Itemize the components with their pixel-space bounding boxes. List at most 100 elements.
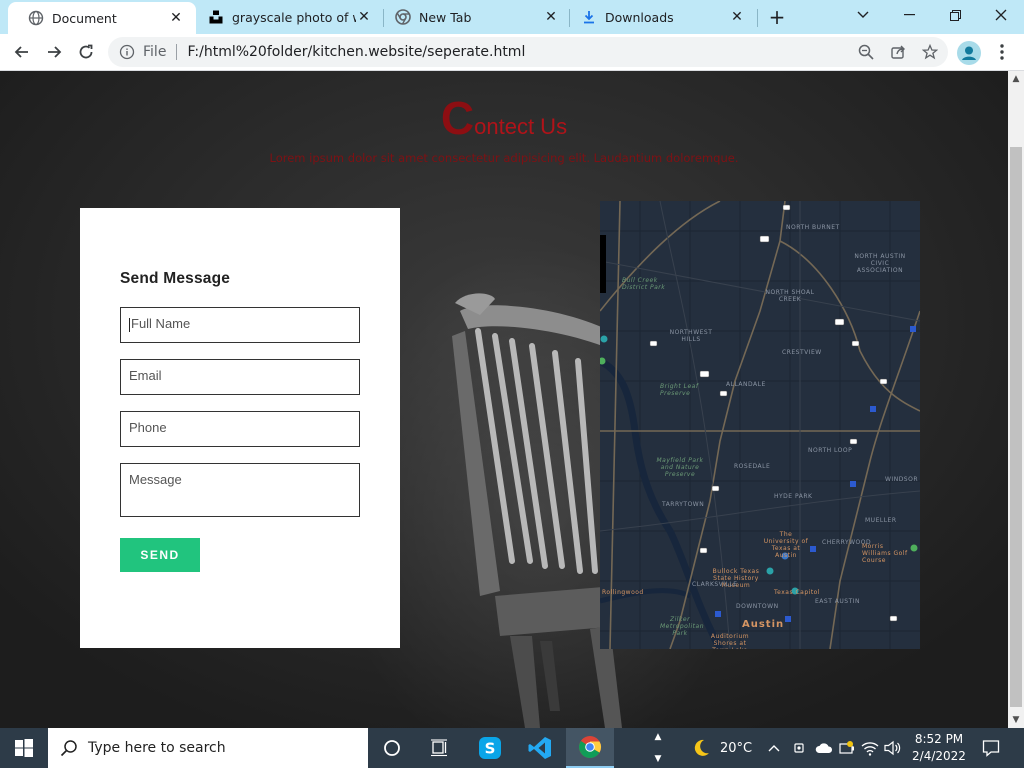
map-label: DOWNTOWN <box>736 603 779 610</box>
tab-new-tab[interactable]: New Tab ✕ <box>375 0 571 34</box>
scroll-up-arrow-icon[interactable]: ▲ <box>1008 71 1024 87</box>
reload-icon <box>79 44 93 59</box>
volume-icon[interactable] <box>884 740 902 756</box>
search-icon <box>60 740 77 757</box>
scheme-label: File <box>143 44 167 60</box>
unsplash-icon <box>209 10 223 24</box>
map-label: NORTH AUSTIN CIVIC ASSOCIATION <box>854 253 906 274</box>
map-label: The University of Texas at Austin <box>763 531 809 559</box>
new-tab-button[interactable]: + <box>764 5 790 29</box>
share-icon[interactable] <box>890 44 906 60</box>
windows-taskbar: Type here to search S ▲ ▼ 20°C 8:52 PM 2… <box>0 728 1024 768</box>
map-label: CRESTVIEW <box>782 349 822 356</box>
show-hidden-icons[interactable] <box>768 728 780 768</box>
phone-input[interactable]: Phone <box>120 411 360 447</box>
skype-app[interactable]: S <box>466 728 514 768</box>
tab-title: Document <box>52 10 117 26</box>
meet-now-icon[interactable] <box>792 740 806 756</box>
vscode-app[interactable] <box>516 728 564 768</box>
notifications-button[interactable] <box>982 728 1000 768</box>
address-url[interactable]: F:/html%20folder/kitchen.website/seperat… <box>187 44 525 60</box>
heading-initial: C <box>440 92 475 144</box>
contact-form-card: Send Message Full Name Email Phone Messa… <box>80 208 400 648</box>
close-tab-icon[interactable]: ✕ <box>543 9 559 25</box>
taskbar-scroll[interactable]: ▲ ▼ <box>646 728 670 768</box>
map-embed[interactable]: NORTH BURNET NORTH AUSTIN CIVIC ASSOCIAT… <box>600 201 920 649</box>
arrow-left-icon <box>14 46 28 58</box>
info-icon[interactable] <box>119 44 135 60</box>
zoom-icon[interactable] <box>858 44 874 60</box>
scroll-down-arrow-icon[interactable]: ▼ <box>1008 712 1024 728</box>
map-label: Auditorium Shores at Town Lake <box>710 633 750 649</box>
person-icon <box>962 46 976 60</box>
back-button[interactable] <box>8 38 36 66</box>
scrollbar-thumb[interactable] <box>1010 147 1022 707</box>
close-tab-icon[interactable]: ✕ <box>729 9 745 25</box>
text-caret <box>129 317 130 332</box>
tab-grayscale-photo[interactable]: grayscale photo of woo ✕ <box>188 0 384 34</box>
send-button[interactable]: SEND <box>120 538 200 572</box>
battery-warning-icon[interactable] <box>839 740 855 756</box>
vscode-icon <box>528 737 551 759</box>
chrome-icon <box>395 9 411 25</box>
task-view-button[interactable] <box>416 728 464 768</box>
tab-title: New Tab <box>419 9 472 25</box>
message-textarea[interactable]: Message <box>120 463 360 517</box>
map-label: Bull Creek District Park <box>622 277 666 291</box>
start-button[interactable] <box>0 728 48 768</box>
taskbar-clock[interactable]: 8:52 PM 2/4/2022 <box>904 731 974 765</box>
tab-downloads[interactable]: Downloads ✕ <box>561 0 757 34</box>
chevron-down-icon <box>857 11 869 18</box>
chrome-icon <box>579 736 601 758</box>
map-label: Zilker Metropolitan Park <box>660 616 705 637</box>
cortana-button[interactable] <box>368 728 416 768</box>
full-name-placeholder: Full Name <box>131 316 191 331</box>
map-label: Bright Leaf Preserve <box>660 383 699 397</box>
full-name-input[interactable]: Full Name <box>120 307 360 343</box>
restore-button[interactable] <box>932 0 978 30</box>
map-label: CLARKSVILLE <box>692 581 738 588</box>
close-icon <box>995 9 1007 21</box>
map-city-label: Austin <box>742 619 785 630</box>
wifi-icon[interactable] <box>861 740 879 756</box>
weather-widget[interactable]: 20°C <box>690 728 752 768</box>
tab-title: grayscale photo of woo <box>232 9 356 25</box>
close-tab-icon[interactable]: ✕ <box>168 10 184 26</box>
map-label: NORTH LOOP <box>808 447 853 454</box>
map-label: TARRYTOWN <box>662 501 705 508</box>
menu-button[interactable] <box>988 38 1016 66</box>
tab-search-button[interactable] <box>840 0 886 30</box>
close-tab-icon[interactable]: ✕ <box>356 9 372 25</box>
chevron-up-down-icon: ▲ ▼ <box>654 731 662 764</box>
onedrive-cloud-icon[interactable] <box>815 741 833 755</box>
map-label: Morris Williams Golf Course <box>862 543 908 564</box>
weather-temp: 20°C <box>720 740 753 756</box>
address-bar[interactable]: File F:/html%20folder/kitchen.website/se… <box>108 37 948 67</box>
task-view-icon <box>431 739 447 757</box>
map-label: NORTHWEST HILLS <box>669 329 713 343</box>
bookmark-star-icon[interactable] <box>922 44 938 60</box>
cortana-icon <box>384 740 400 756</box>
taskbar-search[interactable]: Type here to search <box>48 728 368 768</box>
profile-avatar[interactable] <box>957 41 981 65</box>
form-title: Send Message <box>120 270 231 287</box>
map-label: MUELLER <box>865 517 897 524</box>
chevron-up-icon <box>768 745 780 752</box>
restore-icon <box>949 9 961 21</box>
map-label: NORTH BURNET <box>786 224 840 231</box>
forward-button[interactable] <box>40 38 68 66</box>
email-placeholder: Email <box>129 368 162 383</box>
close-window-button[interactable] <box>978 0 1024 30</box>
minimize-button[interactable] <box>886 0 932 30</box>
globe-icon <box>28 10 44 26</box>
map-label: NORTH SHOAL CREEK <box>765 289 815 303</box>
reload-button[interactable] <box>72 38 100 66</box>
chrome-app[interactable] <box>566 728 614 768</box>
notification-icon <box>982 740 1000 757</box>
map-label: Mayfield Park and Nature Preserve <box>656 457 704 478</box>
email-input[interactable]: Email <box>120 359 360 395</box>
tab-document[interactable]: Document ✕ <box>8 2 196 34</box>
page-title: Contect Us <box>0 91 1008 145</box>
search-placeholder: Type here to search <box>88 740 226 756</box>
more-vert-icon <box>1000 44 1004 60</box>
